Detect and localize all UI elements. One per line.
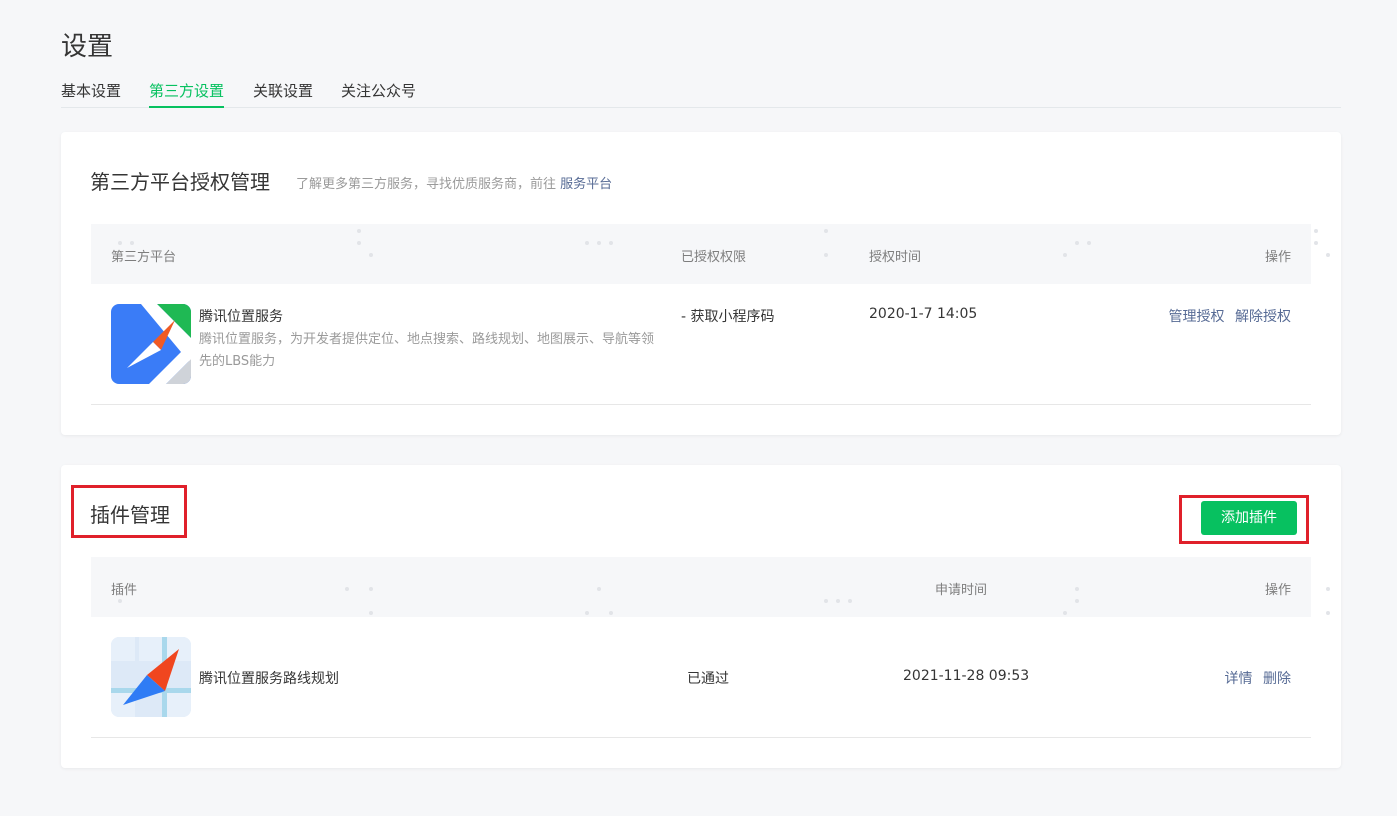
decorative-dot	[836, 599, 840, 603]
decorative-dot	[369, 587, 373, 591]
auth-table-header: 第三方平台 已授权权限 授权时间 操作	[91, 224, 1311, 284]
decorative-dot	[369, 253, 373, 257]
service-platform-link[interactable]: 服务平台	[560, 177, 612, 192]
plugin-table-header: 插件 申请时间 操作	[91, 557, 1311, 617]
auth-card-description: 了解更多第三方服务，寻找优质服务商，前往 服务平台	[296, 173, 612, 192]
col-third-party-platform: 第三方平台	[111, 250, 177, 265]
plugin-delete-link[interactable]: 删除	[1263, 671, 1291, 687]
decorative-dot	[1314, 229, 1318, 233]
col-authorization-time: 授权时间	[869, 250, 922, 265]
plugin-management-card: 插件管理 添加插件 插件 申请时间 操作 腾讯位置服务路线规划 已通过 2021…	[61, 465, 1341, 768]
settings-tabs: 基本设置 第三方设置 关联设置 关注公众号	[61, 78, 1341, 108]
tab-basic-settings[interactable]: 基本设置	[61, 80, 121, 108]
decorative-dot	[585, 611, 589, 615]
tab-follow-official-account[interactable]: 关注公众号	[341, 80, 416, 108]
decorative-dot	[824, 229, 828, 233]
decorative-dot	[597, 241, 601, 245]
route-planning-plugin-logo	[111, 637, 191, 717]
decorative-dot	[1087, 241, 1091, 245]
decorative-dot	[130, 241, 134, 245]
decorative-dot	[369, 611, 373, 615]
decorative-dot	[585, 241, 589, 245]
manage-authorization-link[interactable]: 管理授权	[1169, 309, 1225, 325]
auth-card-title: 第三方平台授权管理	[90, 170, 270, 194]
plugin-card-title: 插件管理	[90, 503, 170, 527]
decorative-dot	[1075, 241, 1079, 245]
decorative-dot	[118, 599, 122, 603]
decorative-dot	[848, 599, 852, 603]
plugin-name: 腾讯位置服务路线规划	[199, 671, 339, 687]
col-application-time: 申请时间	[935, 583, 988, 598]
table-row: 腾讯位置服务 腾讯位置服务，为开发者提供定位、地点搜索、路线规划、地图展示、导航…	[91, 284, 1311, 405]
tab-linked-settings[interactable]: 关联设置	[253, 80, 313, 108]
decorative-dot	[357, 241, 361, 245]
decorative-dot	[1326, 587, 1330, 591]
decorative-dot	[1063, 253, 1067, 257]
decorative-dot	[1326, 253, 1330, 257]
decorative-dot	[118, 241, 122, 245]
decorative-dot	[824, 599, 828, 603]
col-plugin: 插件	[111, 583, 138, 598]
page-title: 设置	[61, 32, 114, 62]
auth-card-desc-text: 了解更多第三方服务，寻找优质服务商，前往	[296, 177, 557, 192]
decorative-dot	[597, 587, 601, 591]
add-plugin-button[interactable]: 添加插件	[1201, 501, 1297, 535]
col-authorized-permission: 已授权权限	[681, 250, 747, 265]
decorative-dot	[1326, 611, 1330, 615]
plugin-details-link[interactable]: 详情	[1225, 671, 1253, 687]
col-action: 操作	[1264, 583, 1291, 598]
platform-name: 腾讯位置服务	[199, 309, 283, 325]
decorative-dot	[824, 253, 828, 257]
decorative-dot	[1075, 587, 1079, 591]
decorative-dot	[357, 229, 361, 233]
table-row: 腾讯位置服务路线规划 已通过 2021-11-28 09:53 详情 删除	[91, 617, 1311, 738]
decorative-dot	[609, 241, 613, 245]
decorative-dot	[1314, 241, 1318, 245]
authorized-permission: - 获取小程序码	[681, 309, 775, 325]
row-actions: 详情 删除	[1219, 668, 1291, 688]
col-action: 操作	[1264, 250, 1291, 265]
revoke-authorization-link[interactable]: 解除授权	[1235, 309, 1291, 325]
plugin-status: 已通过	[687, 671, 729, 687]
decorative-dot	[609, 611, 613, 615]
application-time: 2021-11-28 09:53	[903, 668, 1030, 684]
decorative-dot	[1075, 599, 1079, 603]
third-party-auth-card: 第三方平台授权管理 了解更多第三方服务，寻找优质服务商，前往 服务平台 第三方平…	[61, 132, 1341, 435]
tencent-location-service-logo	[111, 304, 191, 384]
authorization-time: 2020-1-7 14:05	[869, 306, 978, 322]
decorative-dot	[1063, 611, 1067, 615]
decorative-dot	[345, 587, 349, 591]
tab-third-party-settings[interactable]: 第三方设置	[149, 80, 225, 108]
platform-description: 腾讯位置服务，为开发者提供定位、地点搜索、路线规划、地图展示、导航等领先的LBS…	[199, 332, 655, 369]
row-actions: 管理授权 解除授权	[1163, 306, 1291, 326]
